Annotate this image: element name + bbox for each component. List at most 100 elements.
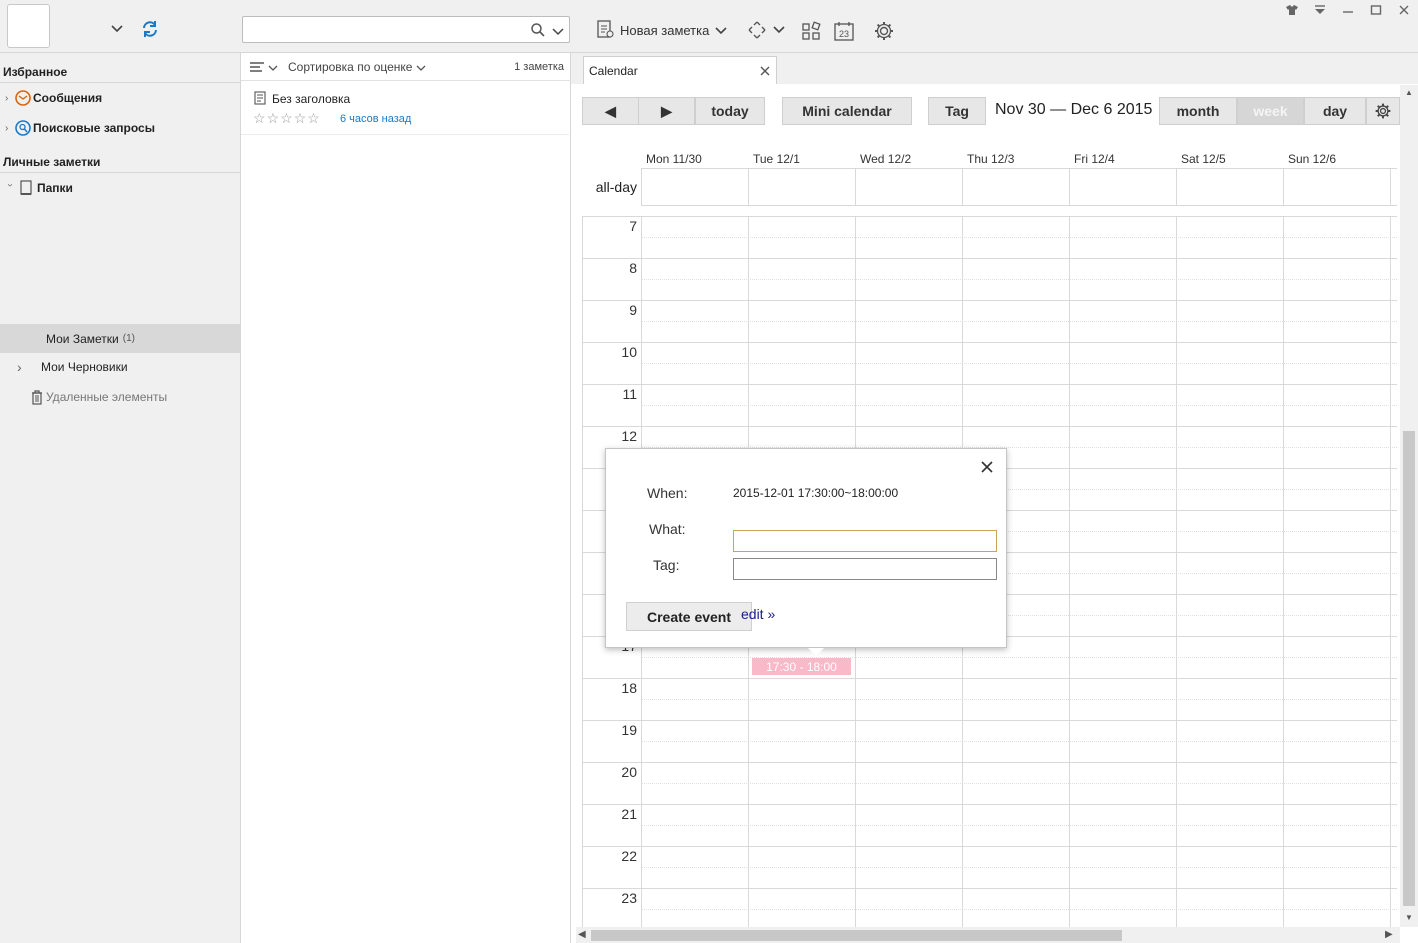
- day-header: Mon 11/30: [646, 152, 702, 166]
- close-tab-icon[interactable]: [760, 65, 770, 79]
- search-icon[interactable]: [530, 22, 546, 41]
- close-window-icon[interactable]: [1393, 1, 1415, 19]
- grid-line: [962, 168, 963, 206]
- star-icon[interactable]: ☆: [280, 110, 293, 127]
- scroll-thumb[interactable]: [591, 930, 1122, 941]
- prev-week-button[interactable]: ◀: [582, 97, 639, 125]
- sidebar-item-search-queries[interactable]: › Поисковые запросы: [0, 116, 240, 140]
- grid-line: [1283, 216, 1284, 927]
- note-list-panel: Сортировка по оценке 1 заметка Без загол…: [241, 53, 571, 943]
- search-options-chevron-icon[interactable]: [552, 25, 564, 39]
- tab-label: Calendar: [589, 63, 638, 78]
- account-chevron-down-icon[interactable]: [108, 20, 126, 38]
- minimize-icon[interactable]: [1337, 1, 1359, 19]
- month-view-button[interactable]: month: [1159, 97, 1237, 125]
- sidebar-item-label: Поисковые запросы: [33, 121, 155, 135]
- scroll-left-arrow-icon[interactable]: ◀: [578, 929, 586, 940]
- grid-line: [1390, 216, 1391, 927]
- hour-label: 9: [629, 302, 637, 318]
- create-event-button[interactable]: Create event: [626, 602, 752, 631]
- grid-line: [641, 237, 1397, 238]
- today-button[interactable]: today: [695, 97, 765, 125]
- scroll-thumb[interactable]: [1403, 431, 1415, 906]
- sidebar: Избранное › Сообщения › Поисковые запрос…: [0, 53, 241, 943]
- horizontal-scrollbar[interactable]: ◀ ▶: [576, 927, 1400, 943]
- divider: [0, 82, 240, 83]
- day-view-button[interactable]: day: [1304, 97, 1366, 125]
- trash-icon: [30, 389, 44, 405]
- sidebar-item-folders[interactable]: › Папки: [0, 176, 240, 200]
- rating-stars[interactable]: ☆☆☆☆☆: [253, 110, 321, 127]
- close-popup-icon[interactable]: [981, 461, 993, 476]
- divider: [0, 172, 240, 173]
- tab-calendar[interactable]: Calendar: [583, 56, 777, 84]
- new-note-chevron-icon[interactable]: [715, 23, 727, 38]
- maximize-icon[interactable]: [1365, 1, 1387, 19]
- expand-arrow-icon[interactable]: ›: [17, 359, 27, 375]
- day-header: Thu 12/3: [967, 152, 1015, 166]
- my-notes-count: (1): [122, 333, 135, 344]
- sidebar-item-deleted[interactable]: Удаленные элементы: [0, 385, 240, 409]
- list-view-icon[interactable]: [249, 60, 265, 74]
- expand-arrow-icon[interactable]: ›: [5, 123, 15, 134]
- grid-line: [582, 426, 1397, 427]
- grid-line: [641, 825, 1397, 826]
- collapse-arrow-icon[interactable]: ›: [5, 183, 16, 193]
- star-icon[interactable]: ☆: [253, 110, 266, 127]
- view-chevron-down-icon[interactable]: [268, 60, 278, 74]
- calendar-settings-gear-icon[interactable]: [1366, 97, 1400, 125]
- grid-line: [641, 168, 642, 206]
- tag-button[interactable]: Tag: [928, 97, 986, 125]
- hour-label: 7: [629, 218, 637, 234]
- mini-calendar-button[interactable]: Mini calendar: [782, 97, 912, 125]
- what-input[interactable]: [734, 531, 996, 551]
- search-input[interactable]: [243, 17, 523, 42]
- envelope-icon: [15, 90, 31, 106]
- scroll-down-arrow-icon[interactable]: ▼: [1405, 913, 1413, 922]
- sidebar-item-my-notes[interactable]: Мои Заметки (1): [0, 324, 240, 353]
- grid-line: [582, 384, 1397, 385]
- day-header: Wed 12/2: [860, 152, 912, 166]
- hour-label: 12: [621, 428, 637, 444]
- calendar-icon[interactable]: 23: [832, 19, 856, 43]
- grid-line: [582, 888, 1397, 889]
- sidebar-item-label: Мои Черновики: [41, 360, 128, 374]
- move-arrows-icon[interactable]: [746, 19, 768, 41]
- note-list-header: Сортировка по оценке 1 заметка: [241, 53, 571, 81]
- account-avatar[interactable]: [7, 4, 50, 48]
- grid-line: [1176, 168, 1177, 206]
- new-note-button[interactable]: Новая заметка: [596, 18, 727, 42]
- sort-button[interactable]: Сортировка по оценке: [288, 60, 412, 74]
- star-icon[interactable]: ☆: [307, 110, 320, 127]
- scroll-right-arrow-icon[interactable]: ▶: [1385, 929, 1393, 940]
- sidebar-item-messages[interactable]: › Сообщения: [0, 86, 240, 110]
- main-toolbar: Новая заметка 23: [0, 0, 1418, 53]
- grid-line: [641, 741, 1397, 742]
- week-view-button[interactable]: week: [1237, 97, 1304, 125]
- star-icon[interactable]: ☆: [294, 110, 307, 127]
- edit-event-link[interactable]: edit »: [741, 606, 775, 622]
- star-icon[interactable]: ☆: [267, 110, 280, 127]
- tag-label: Tag:: [653, 557, 680, 573]
- tag-input[interactable]: [734, 559, 996, 579]
- personal-notes-title: Личные заметки: [3, 155, 101, 169]
- vertical-scrollbar[interactable]: ▲ ▼: [1400, 85, 1418, 927]
- move-chevron-down-icon[interactable]: [772, 24, 786, 36]
- menu-dropdown-icon[interactable]: [1309, 1, 1331, 19]
- expand-arrow-icon[interactable]: ›: [5, 93, 15, 104]
- layout-grid-icon[interactable]: [800, 20, 822, 42]
- when-value: 2015-12-01 17:30:00~18:00:00: [733, 486, 899, 500]
- new-note-icon: [596, 19, 614, 42]
- next-week-button[interactable]: ▶: [638, 97, 695, 125]
- settings-gear-icon[interactable]: [872, 19, 896, 43]
- sidebar-item-my-drafts[interactable]: › Мои Черновики: [0, 355, 240, 379]
- note-list-item[interactable]: Без заголовка ☆☆☆☆☆ 6 часов назад: [241, 83, 569, 135]
- sort-chevron-down-icon[interactable]: [416, 60, 426, 74]
- sync-icon[interactable]: [139, 18, 161, 40]
- grid-line: [582, 846, 1397, 847]
- calendar-event[interactable]: 17:30 - 18:00: [752, 658, 851, 675]
- grid-line: [641, 405, 1397, 406]
- scroll-up-arrow-icon[interactable]: ▲: [1405, 88, 1413, 97]
- skin-shirt-icon[interactable]: [1281, 1, 1303, 19]
- grid-line: [641, 909, 1397, 910]
